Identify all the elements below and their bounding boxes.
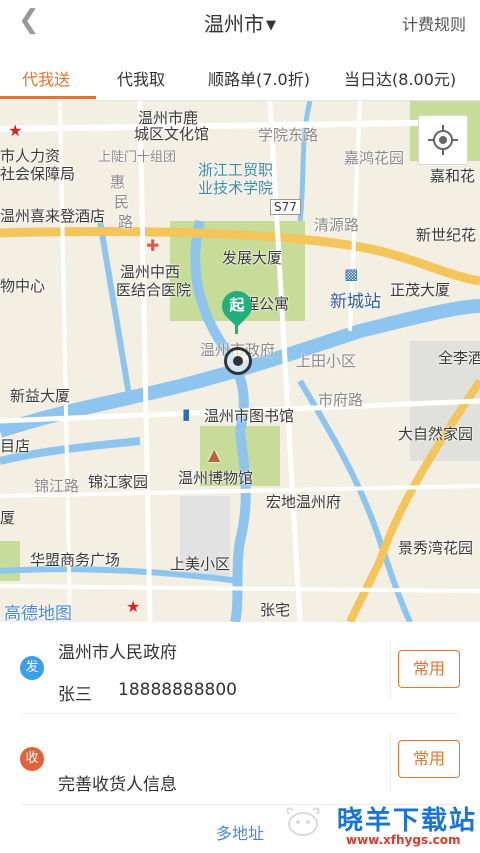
divider: [22, 713, 458, 714]
sender-frequent-button[interactable]: 常用: [398, 650, 460, 688]
sheep-watermark-icon: [286, 807, 320, 836]
map-label: 惠: [110, 173, 126, 191]
map-label: 清源路: [314, 216, 360, 234]
receiver-badge: 收: [20, 747, 44, 771]
pin-stem: [235, 320, 238, 334]
map-label: 景秀湾花园: [398, 539, 474, 557]
map-label: 市府路: [318, 391, 364, 409]
city-name: 温州市: [204, 12, 264, 36]
active-tab-indicator: [0, 96, 96, 99]
map-provider-logo: 高德地图: [4, 604, 72, 622]
map-view[interactable]: 温州市鹿 城区文化馆 学院东路 上陡门十组团 市人力资 社会保障局 嘉鸿花园 嘉…: [0, 101, 480, 622]
watermark-title: 晓羊下载站: [337, 806, 478, 836]
map-label: 温州喜来登酒店: [0, 207, 106, 225]
pricing-rules-link[interactable]: 计费规则: [402, 11, 466, 35]
star-icon: ★: [8, 121, 23, 140]
map-label: 发展大厦: [222, 249, 283, 267]
divider: [390, 640, 391, 700]
start-pin-label: 起: [229, 296, 245, 314]
map-label: 锦江路: [34, 477, 80, 495]
museum-icon: ▲: [208, 445, 221, 464]
street: [137, 101, 153, 622]
map-label: 上陡门十组团: [98, 150, 177, 165]
map-label: 嘉鸿花园: [344, 149, 405, 167]
map-label: 温州博物馆: [178, 469, 254, 487]
star-icon: ★: [126, 597, 141, 616]
address-panel: 发 温州市人民政府 张三 18888888800 常用 收 完善收货人信息 常用…: [0, 622, 480, 853]
watermark-url: www.xfhygs.com: [346, 833, 461, 847]
map-label: 宏地温州府: [266, 493, 342, 511]
map-label: 学院东路: [258, 126, 319, 144]
locate-me-button[interactable]: [418, 115, 468, 165]
receiver-frequent-button[interactable]: 常用: [398, 740, 460, 778]
map-label: 路: [118, 213, 134, 231]
street: [0, 584, 480, 593]
map-label: 锦江家园: [88, 473, 149, 491]
service-tabs: 代我送 代我取 顺路单(7.0折) 当日达(8.00元): [0, 56, 480, 101]
map-label: 上田小区: [296, 352, 357, 370]
library-icon: ▮: [182, 405, 191, 423]
tab-same-day[interactable]: 当日达(8.00元): [344, 66, 456, 90]
map-label: 全李酒: [438, 349, 480, 367]
tab-send-for-me[interactable]: 代我送: [22, 66, 70, 90]
hospital-icon: ✚: [146, 236, 160, 255]
river: [297, 101, 313, 222]
map-label: 新世纪花: [416, 226, 477, 244]
highway-shield: S77: [270, 199, 301, 215]
map-label: 大自然家园: [398, 425, 474, 443]
map-label: 华盟商务广场: [30, 551, 121, 569]
divider: [390, 732, 391, 792]
river: [97, 220, 133, 402]
map-label: 物中心: [0, 277, 46, 295]
sender-badge: 发: [20, 656, 44, 680]
tab-pick-up-for-me[interactable]: 代我取: [117, 66, 165, 90]
map-label: 目店: [0, 437, 31, 455]
sender-name[interactable]: 张三: [58, 680, 92, 705]
sender-address[interactable]: 温州市人民政府: [58, 638, 177, 663]
caret-down-icon: ▼: [266, 18, 276, 33]
tab-en-route-order[interactable]: 顺路单(7.0折): [208, 66, 310, 90]
sender-phone[interactable]: 18888888800: [118, 680, 237, 700]
map-center-dot: [233, 356, 243, 366]
map-label: 嘉和花: [430, 167, 476, 185]
map-label: 新城站: [330, 292, 381, 312]
top-bar: ❮ 温州市 ▼ 计费规则: [0, 0, 480, 42]
map-label: 新益大厦: [10, 387, 71, 405]
map-label: 张宅: [260, 601, 291, 619]
map-label: 民: [114, 193, 130, 211]
map-label: 社会保障局: [0, 165, 76, 183]
map-label: 上美小区: [170, 555, 231, 573]
map-label: 业技术学院: [198, 179, 274, 197]
map-label: 城区文化馆: [134, 125, 210, 143]
bus-icon: ▩: [344, 265, 359, 283]
map-label: 厦: [0, 509, 16, 527]
map-label: 医结合医院: [116, 281, 192, 299]
map-label: 温州市图书馆: [204, 407, 295, 425]
receiver-info-prompt[interactable]: 完善收货人信息: [58, 770, 177, 795]
map-label: 正茂大厦: [390, 281, 451, 299]
crosshair-icon: [428, 125, 458, 155]
park-area: [0, 541, 20, 581]
